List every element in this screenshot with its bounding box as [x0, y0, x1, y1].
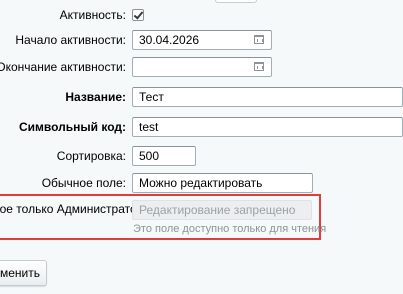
- start-date-input[interactable]: 30.04.2026: [132, 30, 272, 50]
- plain-field-label: Обычное поле:: [41, 176, 126, 190]
- active-checkbox[interactable]: [132, 9, 144, 21]
- sort-input[interactable]: 500: [132, 146, 196, 166]
- start-date-value: 30.04.2026: [139, 33, 200, 47]
- cancel-button[interactable]: тменить: [0, 260, 47, 286]
- plain-field-input[interactable]: Можно редактировать: [132, 173, 313, 193]
- admin-field-placeholder: Редактирование запрещено: [139, 203, 296, 217]
- name-label: Название:: [65, 90, 126, 104]
- cancel-button-label: тменить: [0, 266, 40, 280]
- section-edge: [215, 0, 257, 3]
- admin-field-label: лное только Администратору:: [0, 202, 153, 216]
- calendar-icon[interactable]: [254, 62, 264, 71]
- admin-field-hint: Это поле доступно только для чтения: [133, 223, 327, 235]
- end-date-label: Окончание активности:: [0, 60, 126, 74]
- sort-value: 500: [139, 149, 160, 163]
- start-date-label: Начало активности:: [15, 33, 126, 47]
- code-label: Символьный код:: [18, 120, 126, 134]
- name-input[interactable]: Тест: [132, 87, 403, 107]
- code-input[interactable]: test: [132, 117, 403, 137]
- name-value: Тест: [139, 90, 164, 104]
- calendar-icon[interactable]: [254, 35, 264, 44]
- end-date-input[interactable]: [132, 57, 272, 77]
- active-label: Активность:: [59, 8, 126, 22]
- sort-label: Сортировка:: [56, 149, 126, 163]
- plain-field-value: Можно редактировать: [139, 176, 263, 190]
- admin-field-input: Редактирование запрещено: [132, 200, 312, 220]
- code-value: test: [139, 120, 159, 134]
